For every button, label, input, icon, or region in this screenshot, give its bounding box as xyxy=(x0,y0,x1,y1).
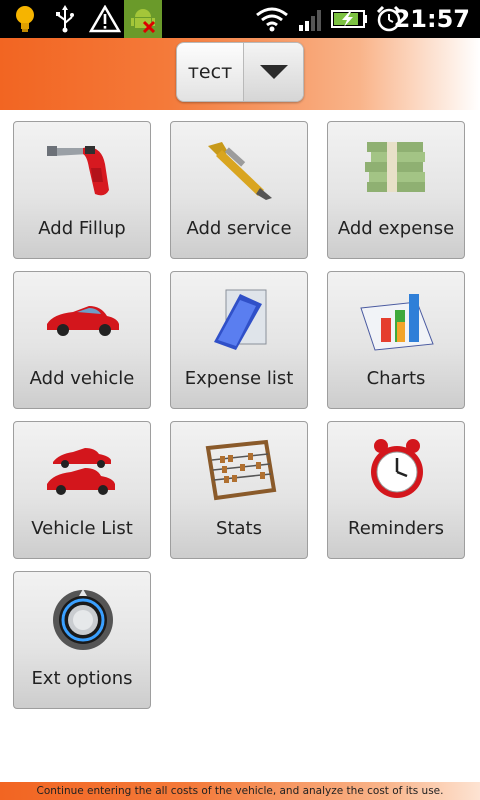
vehicle-name: тест xyxy=(187,61,233,83)
alarm-clock-icon xyxy=(371,439,423,498)
fuel-nozzle-icon xyxy=(47,146,109,196)
tile-label: Stats xyxy=(216,518,262,539)
wifi-icon xyxy=(254,4,290,34)
add-fillup-button[interactable]: Add Fillup xyxy=(13,121,151,259)
ext-options-button[interactable]: Ext options xyxy=(13,571,151,709)
tile-label: Add service xyxy=(186,218,292,239)
battery-charging-icon xyxy=(330,4,370,34)
signal-icon xyxy=(296,4,326,34)
notepad-icon xyxy=(214,289,267,350)
add-expense-button[interactable]: Add expense xyxy=(327,121,465,259)
red-car-icon xyxy=(47,306,119,336)
two-cars-icon xyxy=(47,448,115,495)
chevron-down-icon xyxy=(260,65,288,79)
vehicle-list-button[interactable]: Vehicle List xyxy=(13,421,151,559)
add-vehicle-button[interactable]: Add vehicle xyxy=(13,271,151,409)
footer-hint: Continue entering the all costs of the v… xyxy=(0,782,480,800)
status-bar: 21:57 xyxy=(0,0,480,38)
tile-label: Charts xyxy=(366,368,426,389)
tile-label: Ext options xyxy=(31,668,133,689)
bar-chart-icon xyxy=(360,294,434,351)
tile-label: Expense list xyxy=(184,368,294,389)
usb-icon xyxy=(50,4,80,34)
tile-label: Add Fillup xyxy=(38,218,126,239)
vehicle-selector[interactable]: тест xyxy=(176,42,304,102)
expense-list-button[interactable]: Expense list xyxy=(170,271,308,409)
header-bar: тест xyxy=(0,38,480,110)
tile-label: Add expense xyxy=(337,218,455,239)
status-clock: 21:57 xyxy=(393,5,470,33)
android-debug-icon xyxy=(124,0,162,38)
tile-label: Add vehicle xyxy=(29,368,135,389)
tile-label: Vehicle List xyxy=(31,518,133,539)
bulb-icon xyxy=(10,4,40,34)
wrench-icon xyxy=(208,142,272,200)
tile-label: Reminders xyxy=(348,518,444,539)
add-service-button[interactable]: Add service xyxy=(170,121,308,259)
power-knob-icon xyxy=(53,589,113,650)
money-stack-icon xyxy=(365,142,425,192)
charts-button[interactable]: Charts xyxy=(327,271,465,409)
vehicle-dropdown-button[interactable] xyxy=(243,43,303,101)
stats-button[interactable]: Stats xyxy=(170,421,308,559)
abacus-icon xyxy=(205,439,277,501)
warning-icon xyxy=(88,4,122,34)
reminders-button[interactable]: Reminders xyxy=(327,421,465,559)
